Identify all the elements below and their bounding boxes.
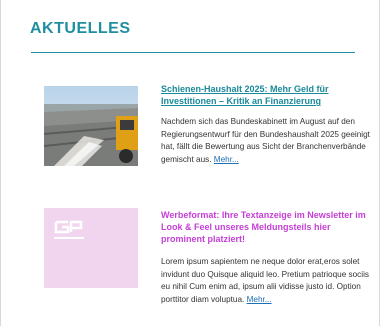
section-heading: AKTUELLES — [30, 20, 131, 37]
article-summary: Nachdem sich das Bundeskabinett im Augus… — [161, 116, 379, 167]
article-title-link[interactable]: Schienen-Haushalt 2025: Mehr Geld für In… — [161, 83, 366, 107]
article-summary-text: Nachdem sich das Bundeskabinett im Augus… — [161, 117, 370, 165]
gp-logo-icon — [54, 220, 84, 239]
article-thumbnail-railway[interactable] — [44, 86, 138, 166]
read-more-link[interactable]: Mehr... — [247, 295, 272, 304]
section-divider — [31, 52, 355, 53]
ad-title[interactable]: Werbeformat: Ihre Textanzeige im Newslet… — [161, 209, 366, 245]
railway-construction-image — [44, 86, 138, 166]
ad-thumbnail[interactable] — [44, 208, 138, 288]
newsletter-panel: AKTUELLES Schienen-Haushalt 2025: Mehr G… — [0, 0, 380, 326]
ad-summary: Lorem ipsum sapientem ne neque dolor era… — [161, 256, 379, 307]
read-more-link[interactable]: Mehr... — [214, 155, 239, 164]
